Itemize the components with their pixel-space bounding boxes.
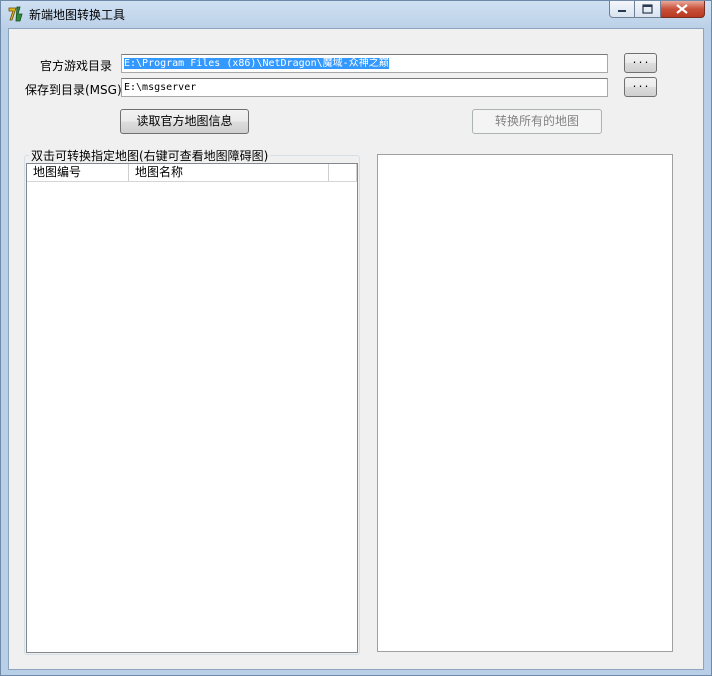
convert-all-maps-button[interactable]: 转换所有的地图	[472, 109, 602, 134]
save-dir-field[interactable]: E:\msgserver	[121, 78, 608, 97]
log-output-box[interactable]	[377, 154, 673, 652]
maximize-icon	[642, 4, 653, 14]
map-list-header: 地图编号 地图名称	[27, 164, 357, 182]
minimize-button[interactable]	[609, 1, 635, 18]
browse-game-dir-button[interactable]: ...	[624, 53, 657, 73]
minimize-icon	[618, 10, 626, 12]
maximize-button[interactable]	[635, 1, 661, 18]
client-area: 官方游戏目录 E:\Program Files (x86)\NetDragon\…	[8, 28, 704, 670]
caption-buttons	[609, 1, 705, 19]
game-dir-value: E:\Program Files (x86)\NetDragon\魔域-众神之巅	[124, 58, 389, 69]
main-window: 新端地图转换工具 官方游戏目录 E:\Program Files (x86)\N…	[0, 0, 712, 676]
app-logo-icon	[8, 6, 23, 22]
col-map-name[interactable]: 地图名称	[129, 164, 329, 181]
map-list-group-title: 双击可转换指定地图(右键可查看地图障碍图)	[29, 147, 271, 164]
col-extra[interactable]	[329, 164, 357, 181]
save-dir-label: 保存到目录(MSG)	[25, 83, 122, 97]
close-button[interactable]	[661, 1, 705, 18]
col-map-id[interactable]: 地图编号	[27, 164, 129, 181]
browse-save-dir-button[interactable]: ...	[624, 77, 657, 97]
read-map-info-button[interactable]: 读取官方地图信息	[120, 109, 249, 134]
game-dir-field[interactable]: E:\Program Files (x86)\NetDragon\魔域-众神之巅	[121, 54, 608, 73]
close-icon	[676, 4, 688, 14]
window-title: 新端地图转换工具	[29, 8, 126, 22]
map-list-view[interactable]: 地图编号 地图名称	[26, 163, 358, 653]
game-dir-label: 官方游戏目录	[40, 59, 113, 73]
title-bar[interactable]: 新端地图转换工具	[1, 1, 711, 27]
